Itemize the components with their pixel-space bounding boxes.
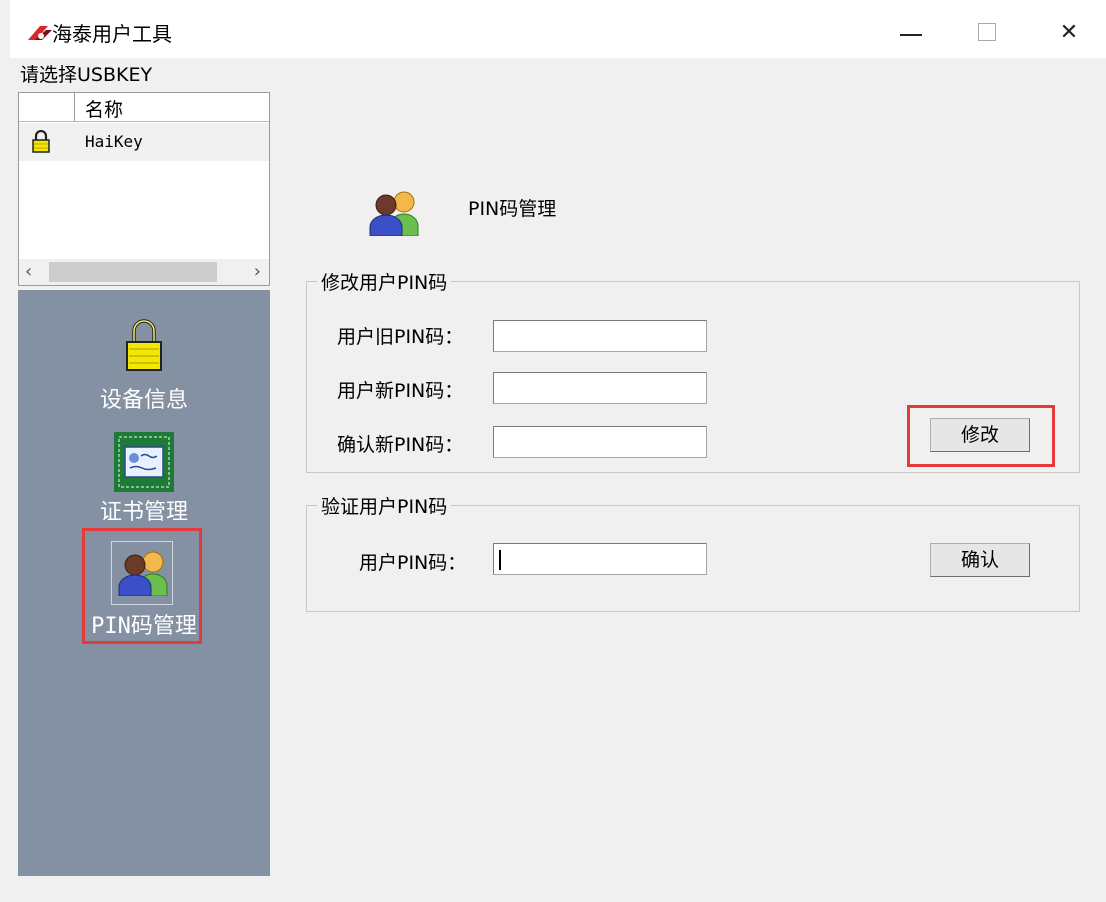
scroll-left-icon[interactable]: ‹	[25, 261, 32, 282]
nav-item-label: 证书管理	[99, 500, 188, 525]
confirm-button[interactable]: 确认	[930, 543, 1030, 577]
highlight-box-modify	[907, 405, 1055, 467]
old-pin-input[interactable]	[493, 320, 707, 352]
page-title: PIN码管理	[468, 198, 557, 220]
close-icon: ✕	[1059, 19, 1079, 45]
new-pin-label: 用户新PIN码：	[337, 380, 464, 402]
list-item-name: HaiKey	[85, 132, 143, 151]
close-button[interactable]: ✕	[1034, 6, 1104, 58]
pin-label: 用户PIN码：	[359, 552, 467, 574]
list-header-name[interactable]: 名称	[85, 95, 123, 122]
usbkey-select-label: 请选择USBKEY	[20, 64, 153, 86]
new-pin-input[interactable]	[493, 372, 707, 404]
nav-item-label: 设备信息	[99, 388, 188, 413]
confirm-pin-label: 确认新PIN码：	[337, 434, 464, 456]
pin-input[interactable]	[493, 543, 707, 575]
nav-panel: 设备信息 证书管理 PIN码管理	[18, 290, 270, 876]
minimize-button[interactable]	[876, 6, 946, 58]
maximize-button[interactable]	[952, 6, 1022, 58]
scroll-right-icon[interactable]: ›	[254, 261, 261, 282]
padlock-icon	[126, 319, 162, 371]
list-item[interactable]: HaiKey	[19, 123, 269, 161]
group-title: 修改用户PIN码	[317, 268, 452, 295]
list-header-icon-column[interactable]	[19, 93, 75, 121]
window-title: 海泰用户工具	[52, 22, 172, 46]
usbkey-list[interactable]: 名称 HaiKey ‹ ›	[18, 92, 270, 286]
app-window: 海泰用户工具 ✕ 请选择USBKEY 名称 HaiKey ‹ › 设备信息 证书…	[10, 0, 1106, 902]
certificate-icon	[114, 432, 174, 492]
old-pin-label: 用户旧PIN码：	[337, 326, 464, 348]
title-bar[interactable]: 海泰用户工具 ✕	[10, 0, 1106, 58]
verify-pin-group: 验证用户PIN码 用户PIN码： 确认	[306, 492, 1080, 612]
horizontal-scrollbar[interactable]: ‹ ›	[19, 259, 269, 285]
confirm-pin-input[interactable]	[493, 426, 707, 458]
users-icon	[369, 191, 419, 236]
highlight-box-nav-pin	[82, 528, 202, 644]
list-header: 名称	[19, 93, 269, 122]
app-logo-icon	[28, 26, 52, 40]
scroll-thumb[interactable]	[49, 262, 217, 282]
minimize-icon	[900, 34, 922, 36]
status-strip	[10, 876, 1106, 902]
lock-icon	[32, 130, 50, 153]
maximize-icon	[978, 23, 996, 41]
text-caret	[499, 550, 501, 570]
group-title: 验证用户PIN码	[317, 492, 452, 519]
